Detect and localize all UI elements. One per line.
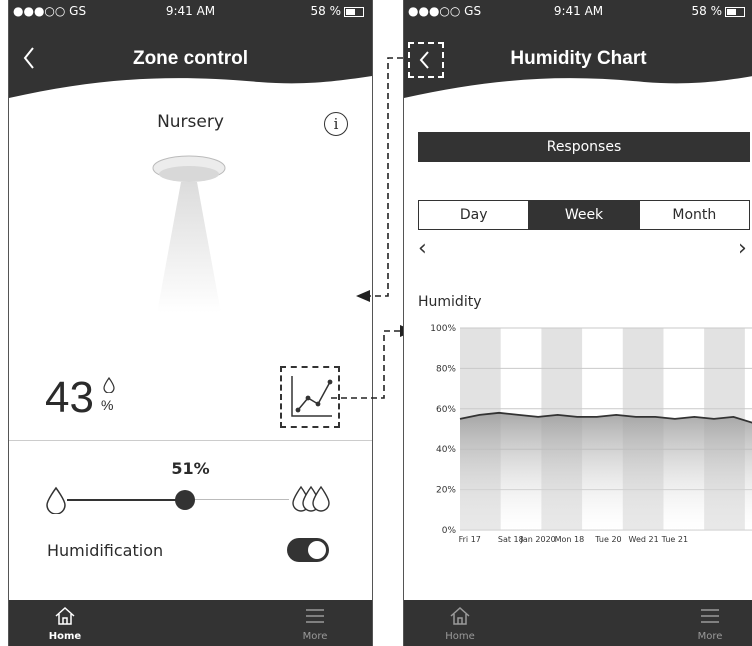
responses-button[interactable]: Responses: [418, 132, 750, 162]
home-icon: [450, 606, 470, 625]
header-wave: [404, 76, 752, 102]
status-bar-2: ●●●○○ GS 9:41 AM 58 %: [404, 0, 752, 22]
y-tick-label: 0%: [442, 526, 457, 536]
arrow-back-to-zone: [370, 57, 403, 297]
x-tick-label: Tue 20: [594, 535, 621, 544]
battery-status: 58 %: [691, 4, 745, 18]
navbar-2: Humidity Chart: [404, 22, 752, 102]
y-tick-label: 100%: [430, 324, 456, 334]
tab-more[interactable]: More: [680, 606, 740, 642]
tab-home-label: Home: [445, 631, 475, 642]
tab-bar-2: Home More: [404, 600, 752, 646]
y-tick-label: 60%: [436, 405, 456, 415]
arrow-to-chart: [331, 330, 400, 399]
x-tick-label: Mon 18: [555, 535, 585, 544]
y-tick-label: 40%: [436, 445, 456, 455]
humidity-area: [460, 412, 752, 530]
segment-day[interactable]: Day: [419, 201, 530, 229]
page-title: Humidity Chart: [510, 48, 647, 69]
x-tick-label: Fri 17: [459, 535, 481, 544]
chart-y-title: Humidity: [418, 294, 482, 310]
x-tick-label: Wed 21: [629, 535, 659, 544]
battery-icon: [725, 6, 745, 17]
prev-period-icon[interactable]: ‹: [418, 236, 427, 261]
segment-week[interactable]: Week: [529, 201, 640, 229]
humidity-chart: 0%20%40%60%80%100%Fri 17 Sat 18Jan 2020Mo…: [430, 324, 752, 544]
x-tick-label: Jan 2020: [520, 535, 556, 544]
y-tick-label: 20%: [436, 486, 456, 496]
arrowhead-left: [356, 290, 370, 302]
x-tick-label: Tue 21: [661, 535, 688, 544]
humidity-chart-screen: ●●●○○ GS 9:41 AM 58 % Humidity Chart Res…: [403, 0, 752, 646]
menu-icon: [701, 609, 719, 623]
tab-more-label: More: [697, 631, 723, 642]
battery-text: 58 %: [691, 4, 723, 18]
tab-home[interactable]: Home: [430, 606, 490, 642]
next-period-icon[interactable]: ›: [738, 236, 747, 261]
y-tick-label: 80%: [436, 364, 456, 374]
period-segmented-control: Day Week Month: [418, 200, 750, 230]
segment-month[interactable]: Month: [640, 201, 749, 229]
